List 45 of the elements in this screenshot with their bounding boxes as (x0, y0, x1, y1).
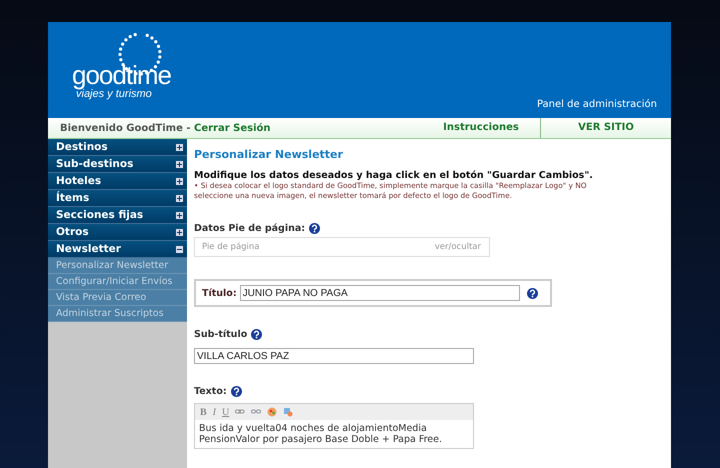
field-label: Datos Pie de página: (194, 223, 306, 234)
editor-text: Bus ida y vuelta04 noches de alojamientoMedia PensionValor por pasajero Base Doble + Papa Free. (198, 422, 444, 447)
help-icon[interactable] (230, 386, 242, 397)
text-editor[interactable]: B I U Bus ida y vuelta04 noches de alojamientoMedia PensionValor por pasajero Base Doble + Papa Free. (194, 403, 474, 449)
toggle-link[interactable]: ver/ocultar (434, 242, 481, 252)
submenu-item[interactable]: Vista Previa Correo (48, 290, 187, 306)
panel-label: Panel de administración (536, 99, 657, 110)
subtitle-input[interactable]: VILLA CARLOS PAZ (194, 348, 474, 364)
format-button[interactable]: I (212, 406, 216, 418)
format-button[interactable]: B (200, 406, 207, 418)
title-input[interactable]: JUNIO PAPA NO PAGA (240, 285, 520, 301)
format-button[interactable]: U (222, 406, 230, 418)
logo-tagline: viajes y turismo (76, 88, 152, 100)
expand-icon[interactable] (176, 194, 183, 202)
submenu-item[interactable]: Configurar/Iniciar Envíos (48, 274, 187, 290)
expand-icon[interactable] (176, 178, 183, 184)
field-label: Texto: (194, 386, 227, 397)
nav-link[interactable]: VER SITIO (540, 118, 671, 138)
field-label: Sub-título (194, 329, 248, 340)
welcome-text: Bienvenido GoodTime - (60, 122, 192, 134)
expand-icon[interactable] (176, 144, 183, 150)
menu-item[interactable]: Sub-destinos (48, 156, 187, 173)
instructions-text: Modifique los datos deseados y haga click en el botón "Guardar Cambios". (194, 170, 593, 181)
collapse-icon[interactable] (176, 246, 183, 252)
help-icon[interactable] (309, 223, 320, 234)
palette-icon[interactable] (267, 407, 278, 417)
logout-link[interactable]: Cerrar Sesión (194, 122, 270, 134)
help-icon[interactable] (251, 329, 262, 340)
menu-item[interactable]: Hoteles (48, 173, 187, 190)
menu-item[interactable]: Otros (48, 224, 187, 241)
field-label: Título: (202, 288, 237, 298)
submenu-item[interactable]: Personalizar Newsletter (48, 258, 187, 274)
menu-item[interactable]: Newsletter (48, 241, 187, 258)
menu-item[interactable]: Destinos (48, 139, 187, 156)
page-title: Personalizar Newsletter (194, 148, 343, 161)
menu-item[interactable]: Ítems (48, 190, 187, 207)
logo-wordmark: goodtime (72, 62, 171, 88)
nav-link[interactable]: Instrucciones (422, 118, 540, 138)
expand-icon[interactable] (176, 160, 183, 168)
submenu-item[interactable]: Administrar Suscriptos (48, 306, 187, 322)
help-icon[interactable] (526, 288, 538, 298)
expand-icon[interactable] (176, 212, 183, 218)
expand-icon[interactable] (176, 228, 183, 236)
footer-field[interactable]: Pie de página ver/ocultar (194, 237, 490, 257)
menu-item[interactable]: Secciones fijas (48, 207, 187, 224)
